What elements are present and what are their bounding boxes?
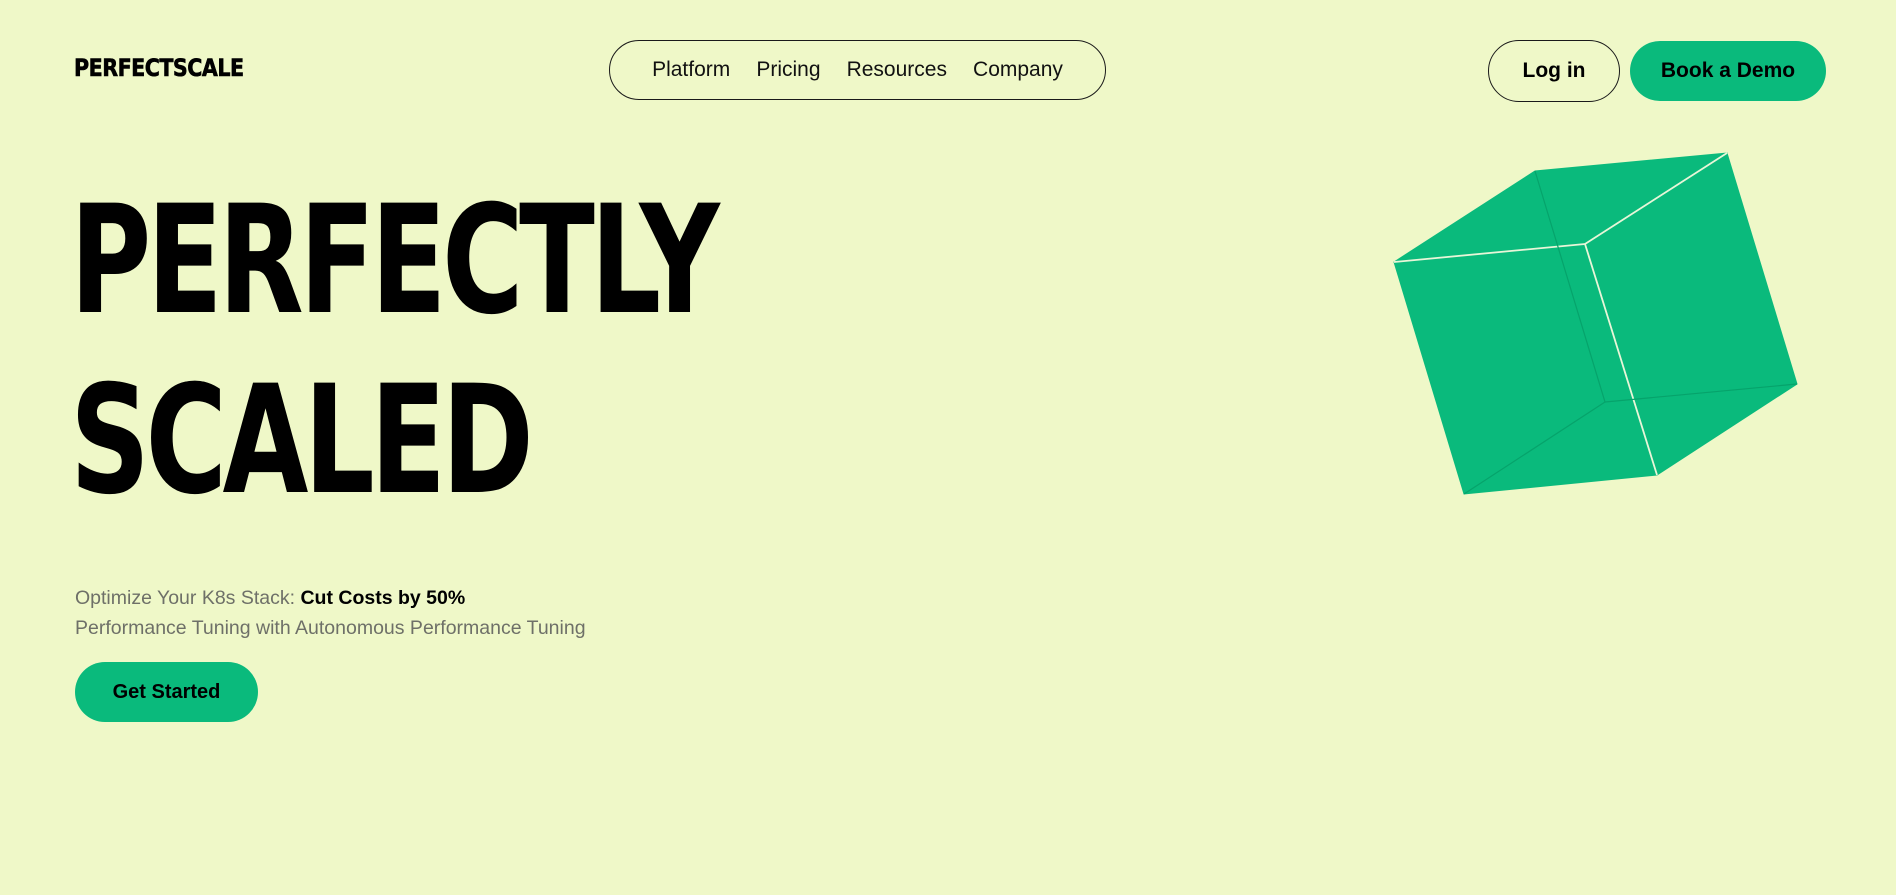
hero-subtitle-line-2: Performance Tuning with Autonomous Perfo… bbox=[75, 617, 586, 639]
login-button[interactable]: Log in bbox=[1488, 40, 1620, 102]
subtitle-emphasis: Cut Costs by 50% bbox=[300, 587, 466, 609]
book-demo-button[interactable]: Book a Demo bbox=[1630, 41, 1826, 101]
nav-item-pricing[interactable]: Pricing bbox=[756, 58, 820, 82]
cube-icon bbox=[1393, 152, 1798, 495]
hero-subtitle: Optimize Your K8s Stack: Cut Costs by 50… bbox=[75, 587, 465, 610]
main-nav: Platform Pricing Resources Company bbox=[609, 40, 1106, 100]
hero-headline-line-1: PERFECTLY bbox=[70, 174, 720, 348]
subtitle-prefix: Optimize Your K8s Stack: bbox=[75, 587, 301, 609]
nav-item-resources[interactable]: Resources bbox=[847, 58, 947, 82]
nav-item-platform[interactable]: Platform bbox=[652, 58, 730, 82]
logo[interactable]: PERFECTSCALE bbox=[74, 54, 245, 83]
nav-item-company[interactable]: Company bbox=[973, 58, 1063, 82]
get-started-button[interactable]: Get Started bbox=[75, 662, 258, 722]
hero-headline-line-2: SCALED bbox=[70, 354, 534, 528]
